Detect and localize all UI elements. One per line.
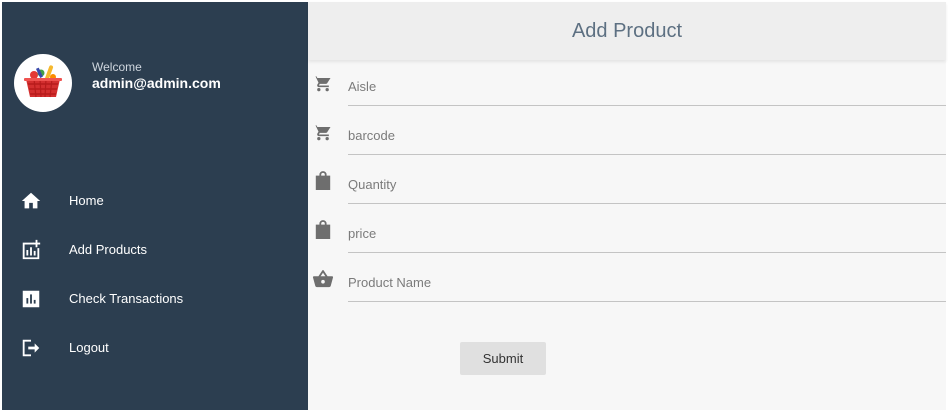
- logout-icon: [18, 335, 44, 361]
- product-name-field[interactable]: [348, 264, 946, 302]
- sidebar-item-label: Check Transactions: [69, 291, 184, 306]
- sidebar: Welcome admin@admin.com Home Add Product…: [2, 2, 308, 410]
- home-icon: [18, 188, 44, 214]
- form-row-aisle: [308, 60, 946, 109]
- sidebar-item-label: Logout: [69, 340, 109, 355]
- sidebar-item-add-products[interactable]: Add Products: [2, 225, 308, 274]
- grocery-basket-logo-icon: [24, 65, 62, 98]
- user-profile: Welcome admin@admin.com: [14, 54, 221, 112]
- sidebar-item-logout[interactable]: Logout: [2, 323, 308, 372]
- user-email: admin@admin.com: [92, 75, 221, 91]
- basket-icon: [312, 268, 334, 290]
- bar-chart-icon: [18, 286, 44, 312]
- aisle-field[interactable]: [348, 68, 946, 106]
- page-title: Add Product: [571, 19, 683, 42]
- form-row-product-name: [308, 256, 946, 305]
- avatar: [14, 54, 72, 112]
- cart-icon: [312, 72, 334, 94]
- sidebar-nav: Home Add Products Check Transactions Log…: [2, 176, 308, 372]
- sidebar-item-home[interactable]: Home: [2, 176, 308, 225]
- form-row-barcode: [308, 109, 946, 158]
- sidebar-item-label: Add Products: [69, 242, 148, 257]
- page-header: Add Product: [308, 2, 946, 60]
- price-field[interactable]: [348, 215, 946, 253]
- sidebar-item-check-transactions[interactable]: Check Transactions: [2, 274, 308, 323]
- bag-icon: [312, 219, 334, 241]
- submit-button[interactable]: Submit: [460, 342, 546, 375]
- form-row-price: [308, 207, 946, 256]
- bag-icon: [312, 170, 334, 192]
- barcode-field[interactable]: [348, 117, 946, 155]
- welcome-block: Welcome admin@admin.com: [92, 60, 221, 92]
- form-row-quantity: [308, 158, 946, 207]
- add-chart-icon: [18, 237, 44, 263]
- quantity-field[interactable]: [348, 166, 946, 204]
- sidebar-item-label: Home: [69, 193, 104, 208]
- cart-icon: [312, 121, 334, 143]
- add-product-form: [308, 60, 946, 305]
- app-window: Welcome admin@admin.com Home Add Product…: [2, 2, 946, 410]
- welcome-label: Welcome: [92, 60, 142, 74]
- main-content: Add Product Aisle barcode Quantity price…: [308, 2, 946, 410]
